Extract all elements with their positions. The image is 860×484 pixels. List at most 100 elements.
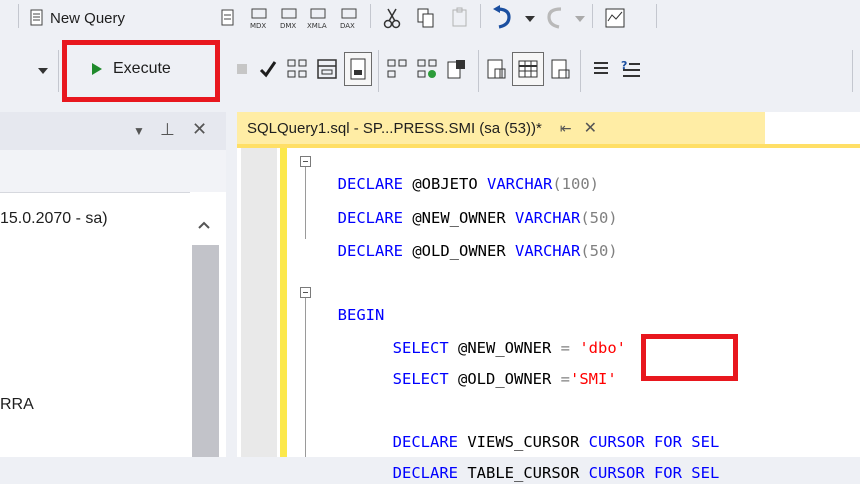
copy-button[interactable] <box>412 4 440 32</box>
change-tracking-bar <box>280 148 287 457</box>
svg-text:XMLA: XMLA <box>307 22 327 30</box>
mdx-query-button[interactable]: MDX <box>246 4 272 32</box>
execute-highlight-box <box>62 40 220 102</box>
object-explorer-toolbar <box>0 150 226 193</box>
query-options-button[interactable] <box>314 54 340 84</box>
code-line[interactable]: DECLARE @OBJETO VARCHAR(100) <box>319 151 599 193</box>
tab-title: SQLQuery1.sql - SP...PRESS.SMI (sa (53))… <box>247 119 542 137</box>
uncomment-icon: ? <box>621 59 640 77</box>
results-to-grid-icon <box>487 59 506 79</box>
results-to-text-button[interactable] <box>344 52 372 86</box>
cut-icon <box>383 8 401 29</box>
dmx-query-icon: DMX <box>280 8 297 30</box>
comment-icon <box>594 62 608 74</box>
tree-item-label: RRA <box>0 396 34 413</box>
keyword: SELECT <box>392 370 449 388</box>
parse-button[interactable] <box>256 54 280 84</box>
activity-monitor-icon <box>605 8 625 28</box>
fold-toggle-icon[interactable] <box>300 156 311 167</box>
type-size: (50) <box>580 242 618 260</box>
display-estimated-plan-button[interactable] <box>284 54 310 84</box>
tab-sqlquery1[interactable]: SQLQuery1.sql - SP...PRESS.SMI (sa (53))… <box>237 112 765 144</box>
comment-button[interactable] <box>588 54 614 84</box>
cancel-query-button[interactable] <box>232 56 252 82</box>
code-line[interactable]: DECLARE TABLE_CURSOR CURSOR FOR SEL <box>374 440 720 482</box>
svg-text:DMX: DMX <box>280 22 296 30</box>
fold-guide <box>305 167 306 239</box>
keyword: VARCHAR <box>514 242 581 260</box>
connection-label: 15.0.2070 - sa) <box>0 210 108 227</box>
keyword: CURSOR FOR SEL <box>588 464 720 482</box>
display-plan-icon <box>287 59 307 78</box>
stop-icon <box>237 64 247 74</box>
client-statistics-button[interactable] <box>444 54 470 84</box>
close-tab-icon[interactable]: ✕ <box>584 118 597 138</box>
scrollbar-thumb[interactable] <box>192 245 219 457</box>
results-to-file-icon <box>551 59 570 79</box>
code-line[interactable]: SELECT @OLD_OWNER ='SMI' <box>374 346 617 388</box>
close-icon[interactable]: ✕ <box>192 119 207 140</box>
intellisense-icon <box>387 59 407 78</box>
code-line[interactable]: DECLARE VIEWS_CURSOR CURSOR FOR SEL <box>374 409 720 451</box>
svg-text:DAX: DAX <box>340 22 355 30</box>
uncomment-button[interactable]: ? <box>618 54 644 84</box>
mdx-query-icon: MDX <box>250 8 267 30</box>
copy-icon <box>417 8 434 28</box>
query-options-icon <box>317 59 337 79</box>
undo-button[interactable] <box>488 2 518 32</box>
intellisense-button[interactable] <box>384 54 410 84</box>
tree-item[interactable]: RRA <box>0 396 34 414</box>
fold-guide <box>305 298 306 457</box>
new-query-button[interactable]: New Query <box>28 4 125 32</box>
cut-button[interactable] <box>378 4 406 32</box>
database-engine-query-button[interactable] <box>216 6 240 30</box>
svg-text:MDX: MDX <box>250 22 266 30</box>
results-to-text-icon <box>350 58 366 80</box>
activity-monitor-button[interactable] <box>600 4 630 32</box>
parse-check-icon <box>259 61 277 78</box>
dax-query-button[interactable]: DAX <box>336 4 362 32</box>
client-stats-icon <box>447 60 465 79</box>
keyword: DECLARE <box>392 464 458 482</box>
identifier: @OLD_OWNER <box>403 242 515 260</box>
pin-tab-icon[interactable]: ⇤ <box>560 120 572 137</box>
string-literal: 'SMI' <box>570 370 617 388</box>
object-explorer-panel: ▼ ⊥ ✕ 15.0.2070 - sa) RRA <box>0 112 226 457</box>
operator: = <box>560 370 570 388</box>
code-line[interactable]: DECLARE @NEW_OWNER VARCHAR(50) <box>319 185 618 227</box>
paste-button[interactable] <box>446 4 474 32</box>
dmx-query-button[interactable]: DMX <box>276 4 302 32</box>
pin-icon[interactable]: ⊥ <box>160 120 175 140</box>
new-query-label: New Query <box>50 9 126 27</box>
include-plan-icon <box>417 59 437 78</box>
include-actual-plan-button[interactable] <box>414 54 440 84</box>
identifier: @OLD_OWNER <box>448 370 561 388</box>
scroll-up-arrow-icon[interactable] <box>197 220 211 230</box>
glyph-margin <box>241 148 277 457</box>
connection-node[interactable]: 15.0.2070 - sa) <box>0 210 108 228</box>
code-line[interactable]: DECLARE @OLD_OWNER VARCHAR(50) <box>319 218 618 260</box>
results-to-grid-active-button[interactable] <box>512 52 544 86</box>
keyword: DECLARE <box>337 242 403 260</box>
redo-dropdown-arrow[interactable] <box>575 16 585 22</box>
xmla-query-button[interactable]: XMLA <box>306 4 332 32</box>
identifier: TABLE_CURSOR <box>458 464 589 482</box>
results-to-grid-button[interactable] <box>484 54 510 84</box>
new-query-icon <box>221 9 234 26</box>
code-line[interactable]: SELECT @NEW_OWNER = 'dbo' <box>374 315 626 357</box>
code-line[interactable]: BEGIN <box>319 282 385 324</box>
tab-underline <box>237 144 860 148</box>
dax-query-icon: DAX <box>340 8 357 30</box>
database-dropdown-arrow[interactable] <box>38 68 48 74</box>
fold-toggle-icon[interactable] <box>300 287 311 298</box>
results-to-grid-icon <box>518 60 538 78</box>
undo-dropdown-arrow[interactable] <box>525 16 535 22</box>
paste-icon <box>452 7 467 27</box>
results-to-file-button[interactable] <box>548 54 574 84</box>
xmla-query-icon: XMLA <box>307 8 327 30</box>
panel-dropdown-icon[interactable]: ▼ <box>133 124 145 138</box>
redo-button[interactable] <box>540 2 570 32</box>
undo-icon <box>493 5 511 29</box>
smi-highlight-box <box>641 334 738 381</box>
new-query-icon <box>30 9 43 26</box>
